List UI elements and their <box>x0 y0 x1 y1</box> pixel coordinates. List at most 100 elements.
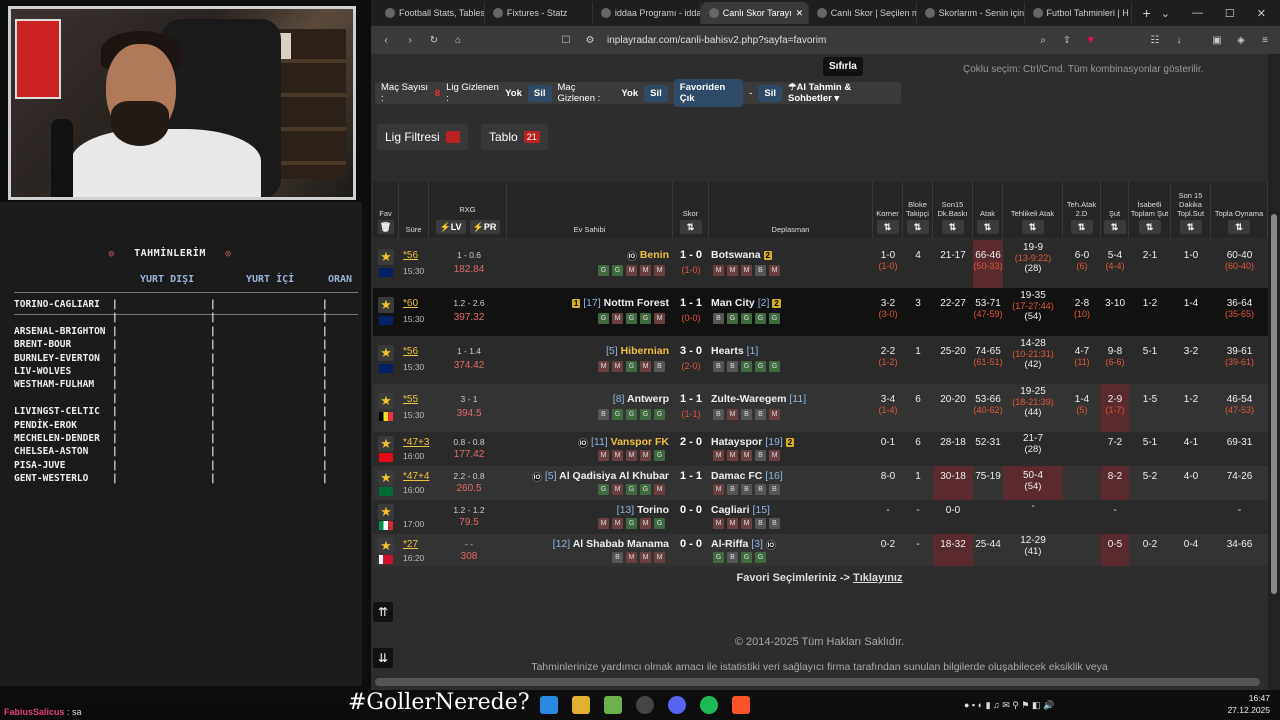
share-icon[interactable]: ⇪ <box>1060 35 1074 46</box>
clear-league-button[interactable]: Sil <box>527 84 552 102</box>
extensions-icon[interactable]: ☷ <box>1148 35 1162 46</box>
vertical-scrollbar[interactable] <box>1268 54 1280 690</box>
match-row[interactable]: ★ *47+4 16:00 2.2 - 0.8 260.5 IO [5] Al Qadis… <box>373 466 1268 500</box>
favorite-star-icon[interactable]: ★ <box>378 249 394 265</box>
favorite-star-icon[interactable]: ★ <box>378 504 394 520</box>
sort-icon[interactable]: ⇅ <box>679 220 702 234</box>
dropdown-icon[interactable]: ⌄ <box>1161 7 1170 20</box>
favorite-star-icon[interactable]: ★ <box>378 297 394 313</box>
home-team[interactable]: IO [5] Al Qadisiya Al Khubar <box>531 470 669 482</box>
away-team[interactable]: Al-Riffa [3] IO <box>711 538 776 550</box>
away-team[interactable]: Hearts [1] <box>711 345 758 357</box>
scrollbar-thumb[interactable] <box>1271 214 1277 594</box>
tray-icons[interactable]: ● ▪ ◐ ▮ ♫ ✉ ⚲ ⚑ ◧ 🔊 <box>964 700 1054 711</box>
browser-tab[interactable]: Futbol Tahminleri | H <box>1025 2 1133 24</box>
browser-tab[interactable]: Football Stats, Tables <box>377 2 485 24</box>
horizontal-scrollbar[interactable] <box>375 678 1260 686</box>
sort-icon[interactable]: ⇅ <box>1228 220 1250 234</box>
sort-icon[interactable]: ⇅ <box>1070 220 1093 234</box>
favorite-star-icon[interactable]: ★ <box>378 436 394 452</box>
home-team[interactable]: IO Benin <box>626 249 669 261</box>
league-filter-button[interactable]: Lig Filtresi <box>377 124 468 150</box>
forward-icon[interactable]: › <box>403 35 417 46</box>
sort-icon[interactable]: ⇅ <box>941 220 964 234</box>
file-explorer-icon[interactable] <box>572 696 590 714</box>
remove-favorites-button[interactable]: Favoriden Çık <box>673 79 744 107</box>
reload-icon[interactable]: ↻ <box>427 35 441 46</box>
match-row[interactable]: ★ *56 15:30 1 - 0.6 182.84 IO Benin G G M M M 1 - 0… <box>373 240 1268 288</box>
favorite-star-icon[interactable]: ★ <box>378 393 394 409</box>
favorite-star-icon[interactable]: ★ <box>378 538 394 554</box>
clear-favorites-button[interactable]: Sil <box>758 84 782 102</box>
minimize-icon[interactable]: — <box>1192 7 1203 20</box>
home-team[interactable]: [12] Al Shabab Manama <box>553 538 669 550</box>
browser-tab[interactable]: iddaa Programı - idda <box>593 2 701 24</box>
home-team[interactable]: [8] Antwerp <box>613 393 669 405</box>
browser-tab[interactable]: Canlı Skor | Seçilen m <box>809 2 917 24</box>
home-icon[interactable]: ⌂ <box>451 35 465 46</box>
home-team[interactable]: IO [11] Vanspor FK <box>578 436 669 448</box>
close-tab-icon[interactable]: ✕ <box>796 8 804 19</box>
match-row[interactable]: ★ *47+3 16:00 0.8 - 0.8 177.42 IO [11] Vanspo… <box>373 432 1268 466</box>
stat-value: 50-4 <box>1022 470 1043 481</box>
menu-icon[interactable]: ≡ <box>1258 35 1272 46</box>
stat-korner: 1-0 (1-0) <box>873 250 903 271</box>
home-team[interactable]: [13] Torino <box>617 504 669 516</box>
home-team[interactable]: 1 [17] Nottm Forest <box>571 297 669 309</box>
away-team[interactable]: Hatayspor [19] 2 <box>711 436 795 448</box>
sort-pr-button[interactable]: ⚡PR <box>469 220 500 234</box>
trash-icon[interactable]: 🗑 <box>377 220 394 234</box>
away-team[interactable]: Cagliari [15] <box>711 504 770 516</box>
sort-icon[interactable]: ⇅ <box>906 220 929 234</box>
new-tab-icon[interactable]: + <box>1132 5 1160 21</box>
sort-icon[interactable]: ⇅ <box>1021 220 1044 234</box>
sort-icon[interactable]: ⇅ <box>1138 220 1161 234</box>
spotify-icon[interactable] <box>700 696 718 714</box>
scroll-up-button[interactable]: ⇈ <box>373 602 393 622</box>
match-row[interactable]: ★ *55 15:30 3 - 1 394.5 [8] Antwerp B G G G G 1 - 1… <box>373 384 1268 432</box>
downloads-icon[interactable]: ↓ <box>1172 35 1186 46</box>
favorites-link[interactable]: Tıklayınız <box>853 572 903 584</box>
browser-tab[interactable]: Fixtures - Statz <box>485 2 593 24</box>
close-window-icon[interactable]: ✕ <box>1257 7 1266 20</box>
windows-start-icon[interactable] <box>540 696 558 714</box>
site-info-icon[interactable]: ⚙ <box>583 35 597 46</box>
brave-icon[interactable] <box>732 696 750 714</box>
match-row[interactable]: ★ *27 16:20- -308 [12] Al Shabab Manama B M M M… <box>373 534 1268 566</box>
home-team[interactable]: [5] Hibernian <box>606 345 669 357</box>
notepad-icon[interactable] <box>604 696 622 714</box>
discord-icon[interactable] <box>668 696 686 714</box>
away-rank: [11] <box>789 393 807 405</box>
match-row[interactable]: ★ 17:00 1.2 - 1.2 79.5 [13] Torino M M G M G 0 - 0… <box>373 500 1268 534</box>
sort-icon[interactable]: ⇅ <box>1179 220 1202 234</box>
away-team[interactable]: Botswana 2 <box>711 249 772 261</box>
bookmark-icon[interactable]: ☐ <box>559 35 573 46</box>
favorite-star-icon[interactable]: ★ <box>378 470 394 486</box>
browser-tab[interactable]: Skorlarım - Senin için <box>917 2 1025 24</box>
sort-lv-button[interactable]: ⚡LV <box>435 220 466 234</box>
ai-menu[interactable]: ☂AI Tahmin & Sohbetler ▾ <box>788 82 895 104</box>
back-icon[interactable]: ‹ <box>379 35 393 46</box>
browser-tab[interactable]: Canlı Skor Tarayı ✕ <box>700 2 809 24</box>
favorite-star-icon[interactable]: ★ <box>378 345 394 361</box>
clear-match-button[interactable]: Sil <box>644 84 668 102</box>
wallet-icon[interactable]: ◈ <box>1234 35 1248 46</box>
sort-icon[interactable]: ⇅ <box>1103 220 1126 234</box>
sidebar-icon[interactable]: ▣ <box>1210 35 1224 46</box>
url-field[interactable]: inplayradar.com/canli-bahisv2.php?sayfa=… <box>607 35 1026 46</box>
reset-button[interactable]: Sıfırla <box>823 57 863 76</box>
zoom-icon[interactable]: ⌕ <box>1036 35 1050 46</box>
away-team[interactable]: Zulte-Waregem [11] <box>711 393 806 405</box>
system-clock[interactable]: 16:47 27.12.2025 <box>1227 692 1270 716</box>
sort-icon[interactable]: ⇅ <box>876 220 899 234</box>
table-button[interactable]: Tablo 21 <box>481 124 548 150</box>
away-team[interactable]: Man City [2] 2 <box>711 297 781 309</box>
maximize-icon[interactable]: ☐ <box>1225 7 1235 20</box>
lv-label: LV <box>450 222 462 232</box>
brave-shield-icon[interactable]: ▼ <box>1084 35 1098 46</box>
obs-icon[interactable] <box>636 696 654 714</box>
match-row[interactable]: ★ *60 15:30 1.2 - 2.6 397.32 1 [17] Nottm For… <box>373 288 1268 336</box>
away-team[interactable]: Damac FC [16] <box>711 470 783 482</box>
match-row[interactable]: ★ *56 15:30 1 - 1.4 374.42 [5] Hibernian M M G M B… <box>373 336 1268 384</box>
sort-icon[interactable]: ⇅ <box>976 220 999 234</box>
